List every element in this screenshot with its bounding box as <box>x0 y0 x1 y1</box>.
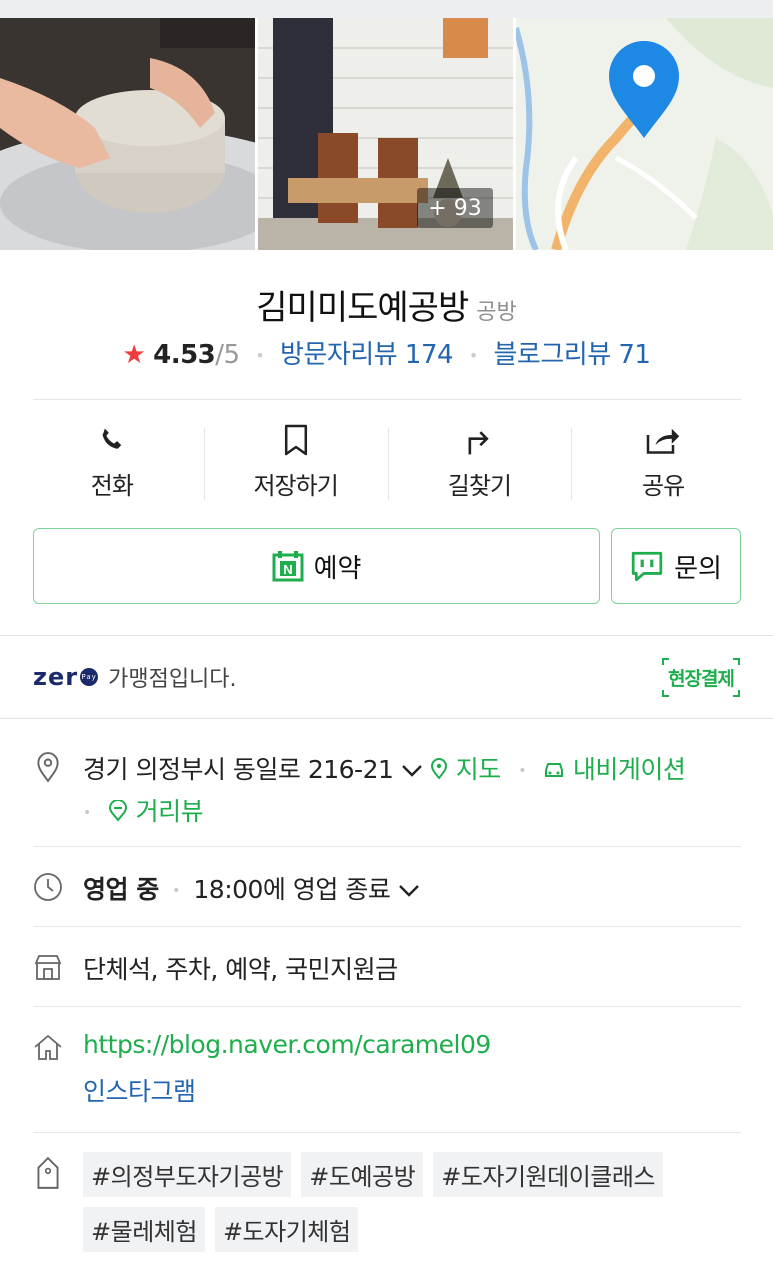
call-label: 전화 <box>90 472 134 500</box>
chat-bubble-icon <box>631 551 663 582</box>
keyword-tag[interactable]: #도자기원데이클래스 <box>433 1152 664 1197</box>
zeropay-text: 가맹점입니다. <box>108 667 237 692</box>
street-view-icon <box>109 799 128 822</box>
place-category: 공방 <box>476 300 517 325</box>
divider <box>33 1006 741 1007</box>
zeropay-row: zer Pay 가맹점입니다. 현장결제 <box>0 636 773 718</box>
divider <box>33 399 741 400</box>
divider <box>33 1132 741 1133</box>
svg-text:N: N <box>283 562 292 577</box>
visitor-review-link[interactable]: 방문자리뷰 174 <box>280 340 454 370</box>
home-icon <box>33 1032 63 1062</box>
keyword-tag[interactable]: #도자기체험 <box>214 1207 359 1252</box>
photo-gallery: + 93 <box>0 18 773 250</box>
keyword-tag[interactable]: #물레체험 <box>83 1207 205 1252</box>
tag-icon <box>33 1156 63 1189</box>
share-label: 공유 <box>642 472 685 500</box>
store-icon <box>33 952 63 982</box>
hours-row[interactable]: 영업 중 • 18:00에 영업 종료 <box>83 870 420 906</box>
photo-pottery-wheel[interactable] <box>0 18 255 250</box>
location-pin-icon <box>33 752 63 782</box>
save-label: 저장하기 <box>253 472 338 500</box>
rating-row: ★ 4.53/5 • 방문자리뷰 174 • 블로그리뷰 71 <box>0 334 773 371</box>
blog-review-link[interactable]: 블로그리뷰 71 <box>494 340 651 370</box>
save-button[interactable]: 저장하기 <box>203 420 388 504</box>
share-button[interactable]: 공유 <box>571 420 755 504</box>
divider <box>0 718 773 719</box>
chevron-down-icon[interactable] <box>401 755 423 784</box>
amenities-text: 단체석, 주차, 예약, 국민지원금 <box>83 955 398 984</box>
clock-icon <box>33 872 63 902</box>
photo-studio-entrance[interactable]: + 93 <box>258 18 513 250</box>
divider <box>33 846 741 847</box>
reserve-button[interactable]: N 예약 <box>33 528 600 604</box>
inquiry-button[interactable]: 문의 <box>611 528 741 604</box>
street-view-link[interactable]: 거리뷰 <box>108 797 204 826</box>
directions-arrow-icon <box>464 420 494 460</box>
separator-dot: • <box>255 346 265 365</box>
address-text: 경기 의정부시 동일로 216-21 <box>83 755 394 784</box>
zeropay-logo: zer Pay <box>33 663 99 691</box>
reserve-label: 예약 <box>313 553 362 584</box>
car-icon <box>545 763 564 777</box>
map-thumbnail[interactable] <box>516 18 773 250</box>
action-bar: 전화 저장하기 길찾기 공유 <box>20 420 755 504</box>
address-row: 경기 의정부시 동일로 216-21 지도 • 내비게이션 <box>83 755 686 784</box>
close-time: 18:00에 영업 종료 <box>193 875 391 904</box>
naver-booking-icon: N <box>272 551 304 582</box>
keyword-tag[interactable]: #도예공방 <box>301 1152 424 1197</box>
onsite-payment-badge: 현장결제 <box>662 657 740 697</box>
star-icon: ★ <box>122 340 146 370</box>
bookmark-icon <box>282 420 310 460</box>
instagram-link[interactable]: 인스타그램 <box>83 1072 196 1108</box>
place-name: 김미미도예공방 <box>256 288 469 328</box>
keyword-tags: #의정부도자기공방 #도예공방 #도자기원데이클래스 #물레체험 #도자기체험 <box>83 1152 743 1252</box>
photo-more-count[interactable]: + 93 <box>417 188 493 228</box>
rating-score: 4.53 <box>153 340 216 370</box>
directions-button[interactable]: 길찾기 <box>387 420 572 504</box>
homepage-link[interactable]: https://blog.naver.com/caramel09 <box>83 1030 491 1059</box>
share-icon <box>645 420 681 460</box>
status-strip <box>0 0 773 18</box>
rating-max: /5 <box>215 340 240 370</box>
map-link[interactable]: 지도 <box>430 755 508 784</box>
keyword-tag[interactable]: #의정부도자기공방 <box>83 1152 292 1197</box>
phone-icon <box>96 420 128 460</box>
separator-dot: • <box>468 346 478 365</box>
call-button[interactable]: 전화 <box>20 420 204 504</box>
place-header: 김미미도예공방 공방 <box>0 280 773 329</box>
divider <box>33 926 741 927</box>
directions-label: 길찾기 <box>447 472 512 500</box>
map-pin-small-icon <box>431 758 448 780</box>
open-status: 영업 중 <box>83 875 159 904</box>
navigation-link[interactable]: 내비게이션 <box>543 755 686 784</box>
street-view-row: • 거리뷰 <box>83 797 204 826</box>
inquiry-label: 문의 <box>674 553 722 584</box>
chevron-down-icon[interactable] <box>398 875 420 904</box>
